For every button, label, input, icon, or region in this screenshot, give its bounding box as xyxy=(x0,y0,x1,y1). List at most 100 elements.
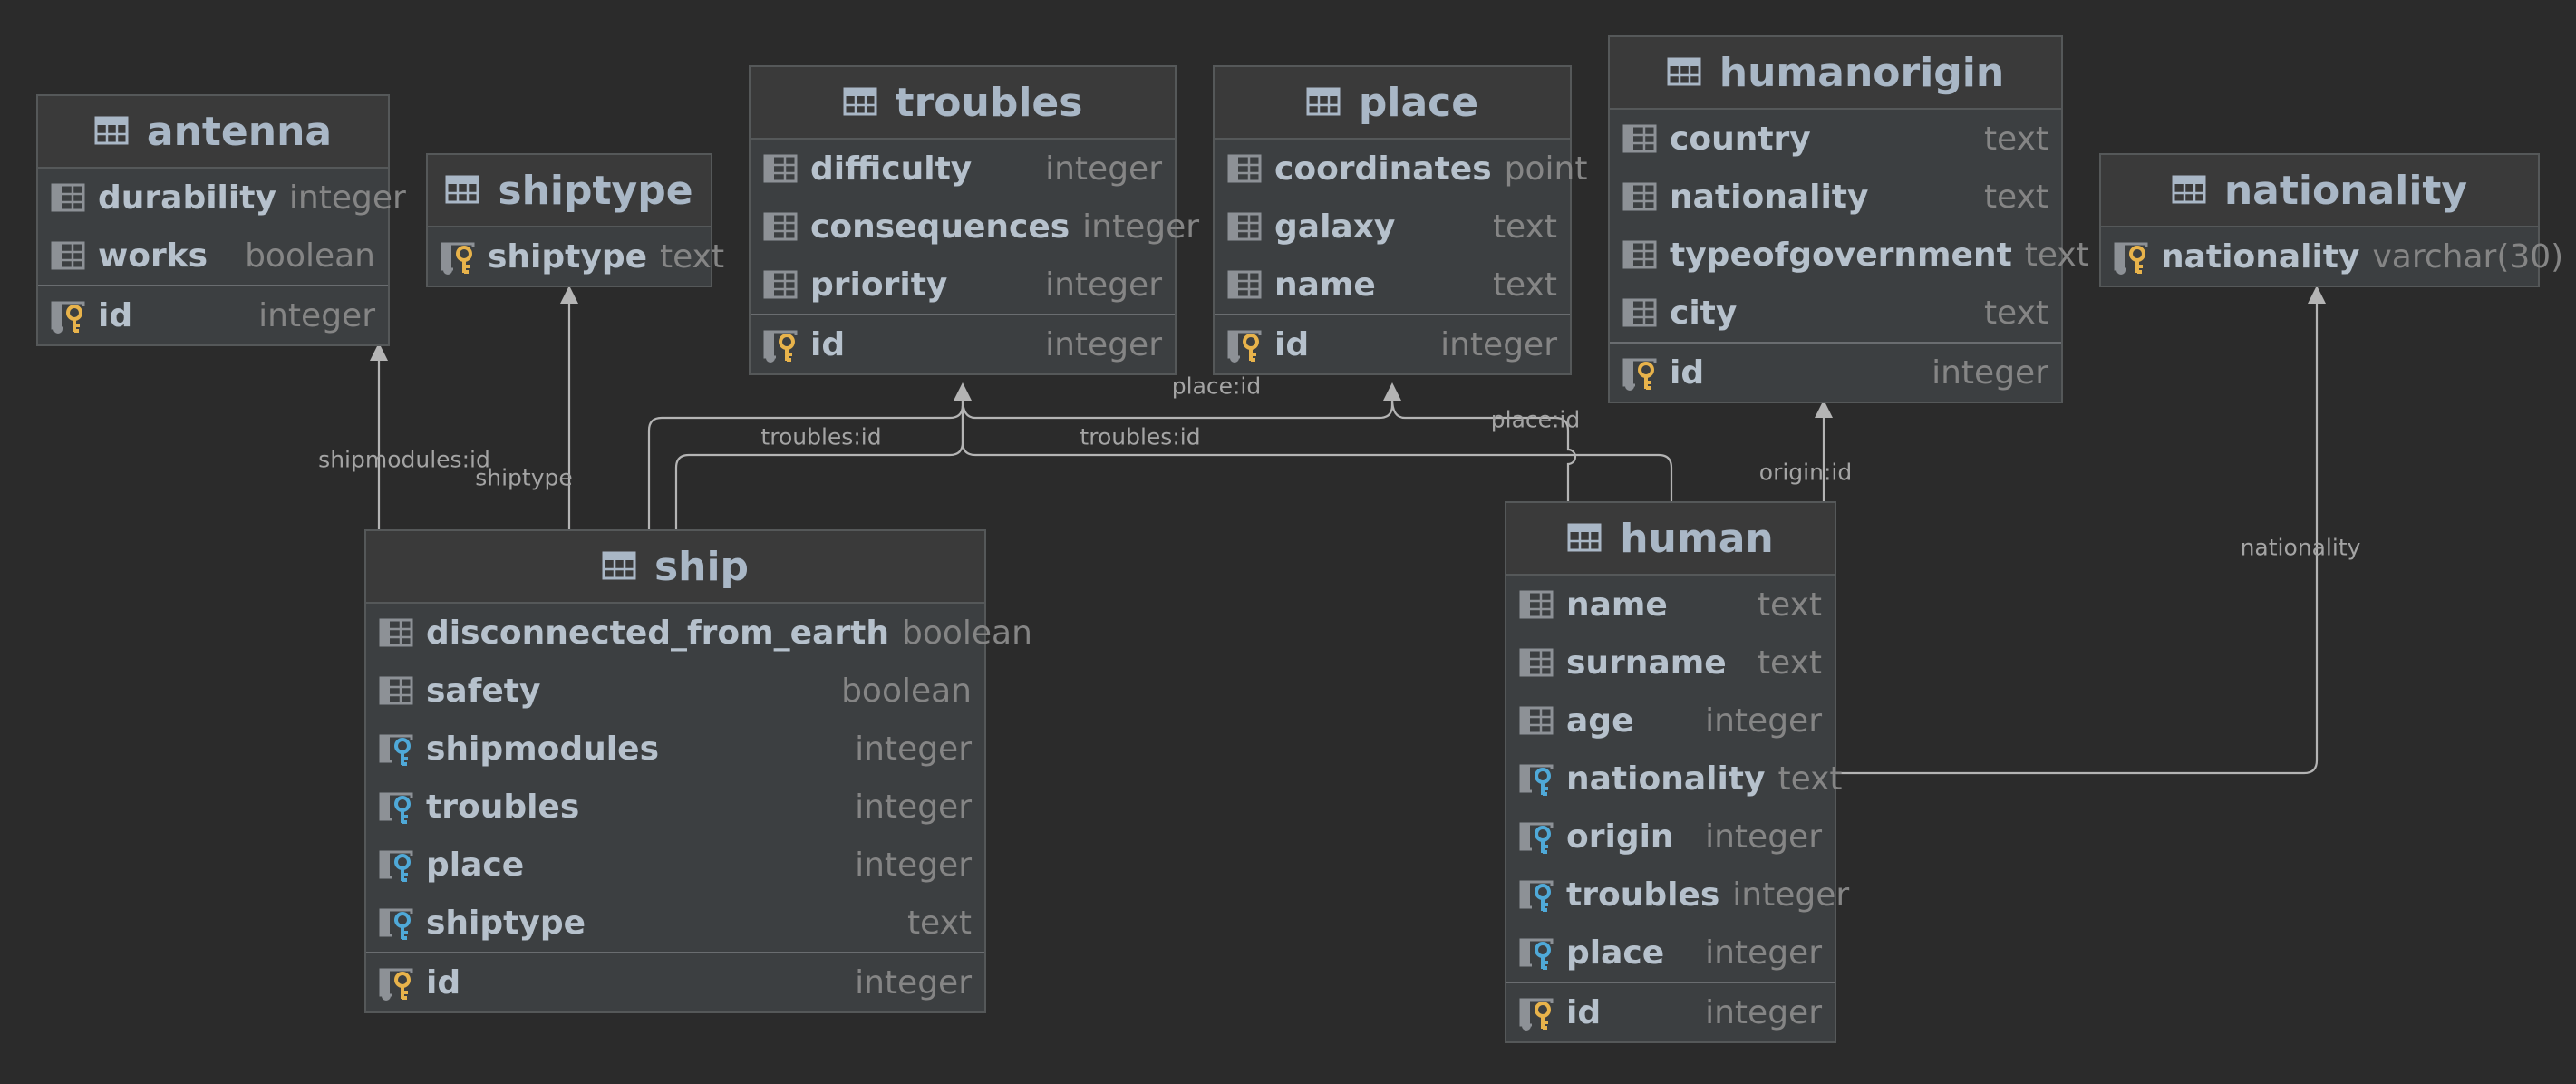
table-header[interactable]: shiptype xyxy=(428,155,711,227)
table-humanorigin[interactable]: humanorigin country text nationality text typ… xyxy=(1608,35,2089,403)
relationship-label: shiptype xyxy=(475,464,573,491)
arrowhead xyxy=(560,286,578,304)
foreign-key-column-row[interactable]: place integer xyxy=(1506,924,1835,982)
relationship-label: troubles:id xyxy=(760,423,882,450)
column-name: place xyxy=(1566,934,1665,972)
table-title: place xyxy=(1358,79,1479,126)
relationship-line[interactable] xyxy=(961,398,1394,420)
table-header[interactable]: nationality xyxy=(2101,155,2538,227)
primary-key-row[interactable]: id integer xyxy=(1610,342,2061,402)
relationship-label: place:id xyxy=(1490,406,1581,433)
primary-key-row[interactable]: shiptype text xyxy=(428,227,724,286)
table-icon xyxy=(1667,50,1701,96)
column-name: difficulty xyxy=(810,150,973,188)
table-antenna[interactable]: antenna durability integer works boolean id in… xyxy=(36,94,406,346)
column-type: text xyxy=(2024,236,2089,274)
column-row[interactable]: galaxy text xyxy=(1215,198,1570,256)
column-row[interactable]: country text xyxy=(1610,110,2061,168)
column-row[interactable]: city text xyxy=(1610,284,2061,342)
column-type: integer xyxy=(1705,934,1822,972)
table-shiptype[interactable]: shiptype shiptype text xyxy=(426,153,724,287)
column-icon xyxy=(379,615,426,651)
column-row[interactable]: works boolean xyxy=(38,227,388,285)
column-name: troubles xyxy=(426,788,580,826)
column-row[interactable]: consequences integer xyxy=(751,198,1199,256)
table-header[interactable]: antenna xyxy=(38,96,388,169)
column-type: boolean xyxy=(245,237,375,275)
column-name: surname xyxy=(1566,644,1727,682)
column-row[interactable]: safety boolean xyxy=(366,662,984,720)
table-title: shiptype xyxy=(498,167,693,214)
foreign-key-column-row[interactable]: origin integer xyxy=(1506,808,1835,866)
column-type: point xyxy=(1504,150,1588,188)
column-row[interactable]: difficulty integer xyxy=(751,140,1175,198)
foreign-key-icon xyxy=(379,905,426,941)
primary-key-row[interactable]: id integer xyxy=(38,285,388,344)
arrowhead xyxy=(2308,286,2326,304)
column-type: integer xyxy=(1440,325,1557,363)
primary-key-row[interactable]: id integer xyxy=(751,314,1175,373)
foreign-key-column-row[interactable]: troubles integer xyxy=(366,778,984,836)
column-type: integer xyxy=(288,179,406,217)
table-icon xyxy=(843,80,877,126)
foreign-key-column-row[interactable]: place integer xyxy=(366,836,984,894)
column-row[interactable]: surname text xyxy=(1506,634,1835,692)
table-title: ship xyxy=(654,543,750,590)
table-place[interactable]: place coordinates point galaxy text name text i… xyxy=(1213,65,1587,375)
column-type: integer xyxy=(1705,993,1822,1031)
column-type: text xyxy=(906,904,972,942)
column-row[interactable]: coordinates point xyxy=(1215,140,1587,198)
column-row[interactable]: disconnected_from_earth boolean xyxy=(366,604,1032,662)
column-name: age xyxy=(1566,702,1634,740)
foreign-key-column-row[interactable]: shipmodules integer xyxy=(366,720,984,778)
column-icon xyxy=(1227,266,1274,303)
column-row[interactable]: age integer xyxy=(1506,692,1835,750)
foreign-key-column-row[interactable]: nationality text xyxy=(1506,750,1843,808)
column-row[interactable]: name text xyxy=(1215,256,1570,314)
column-row[interactable]: priority integer xyxy=(751,256,1175,314)
table-icon xyxy=(1567,516,1602,562)
table-header[interactable]: human xyxy=(1506,503,1835,576)
column-icon xyxy=(763,266,810,303)
relationship-label: shipmodules:id xyxy=(318,446,490,473)
table-header[interactable]: place xyxy=(1215,67,1570,140)
column-name: id xyxy=(426,963,461,1002)
table-header[interactable]: troubles xyxy=(751,67,1175,140)
column-type: integer xyxy=(1045,150,1162,188)
relationship-line[interactable] xyxy=(647,399,964,529)
column-row[interactable]: nationality text xyxy=(1610,168,2061,226)
table-human[interactable]: human name text surname text age integer nation… xyxy=(1505,501,1849,1043)
foreign-key-column-row[interactable]: troubles integer xyxy=(1506,866,1849,924)
column-type: integer xyxy=(1082,208,1200,246)
primary-key-row[interactable]: id integer xyxy=(1215,314,1570,373)
primary-key-row[interactable]: id integer xyxy=(1506,982,1835,1041)
table-title: human xyxy=(1620,515,1774,562)
table-nationality[interactable]: nationality nationality varchar(30) xyxy=(2099,153,2563,287)
table-title: humanorigin xyxy=(1719,49,2005,96)
column-type: text xyxy=(1983,178,2048,216)
foreign-key-icon xyxy=(1519,876,1566,913)
column-type: integer xyxy=(1045,325,1162,363)
column-icon xyxy=(51,179,98,216)
table-header[interactable]: humanorigin xyxy=(1610,37,2061,110)
foreign-key-column-row[interactable]: shiptype text xyxy=(366,894,984,952)
column-name: shipmodules xyxy=(426,730,659,768)
column-type: text xyxy=(660,237,725,276)
column-type: boolean xyxy=(841,672,972,710)
column-name: shiptype xyxy=(426,904,586,942)
table-ship[interactable]: ship disconnected_from_earth boolean safety… xyxy=(364,529,1032,1013)
column-icon xyxy=(1622,179,1670,215)
column-row[interactable]: name text xyxy=(1506,576,1835,634)
column-row[interactable]: typeofgovernment text xyxy=(1610,226,2089,284)
table-header[interactable]: ship xyxy=(366,531,984,604)
column-type: integer xyxy=(855,730,972,768)
column-icon xyxy=(1227,150,1274,187)
column-row[interactable]: durability integer xyxy=(38,169,406,227)
primary-key-row[interactable]: id integer xyxy=(366,952,984,1011)
column-type: integer xyxy=(1045,266,1162,304)
column-name: galaxy xyxy=(1274,208,1396,246)
table-icon xyxy=(2172,168,2206,214)
table-title: troubles xyxy=(895,79,1083,126)
table-troubles[interactable]: troubles difficulty integer consequences int… xyxy=(749,65,1199,375)
primary-key-row[interactable]: nationality varchar(30) xyxy=(2101,227,2563,286)
